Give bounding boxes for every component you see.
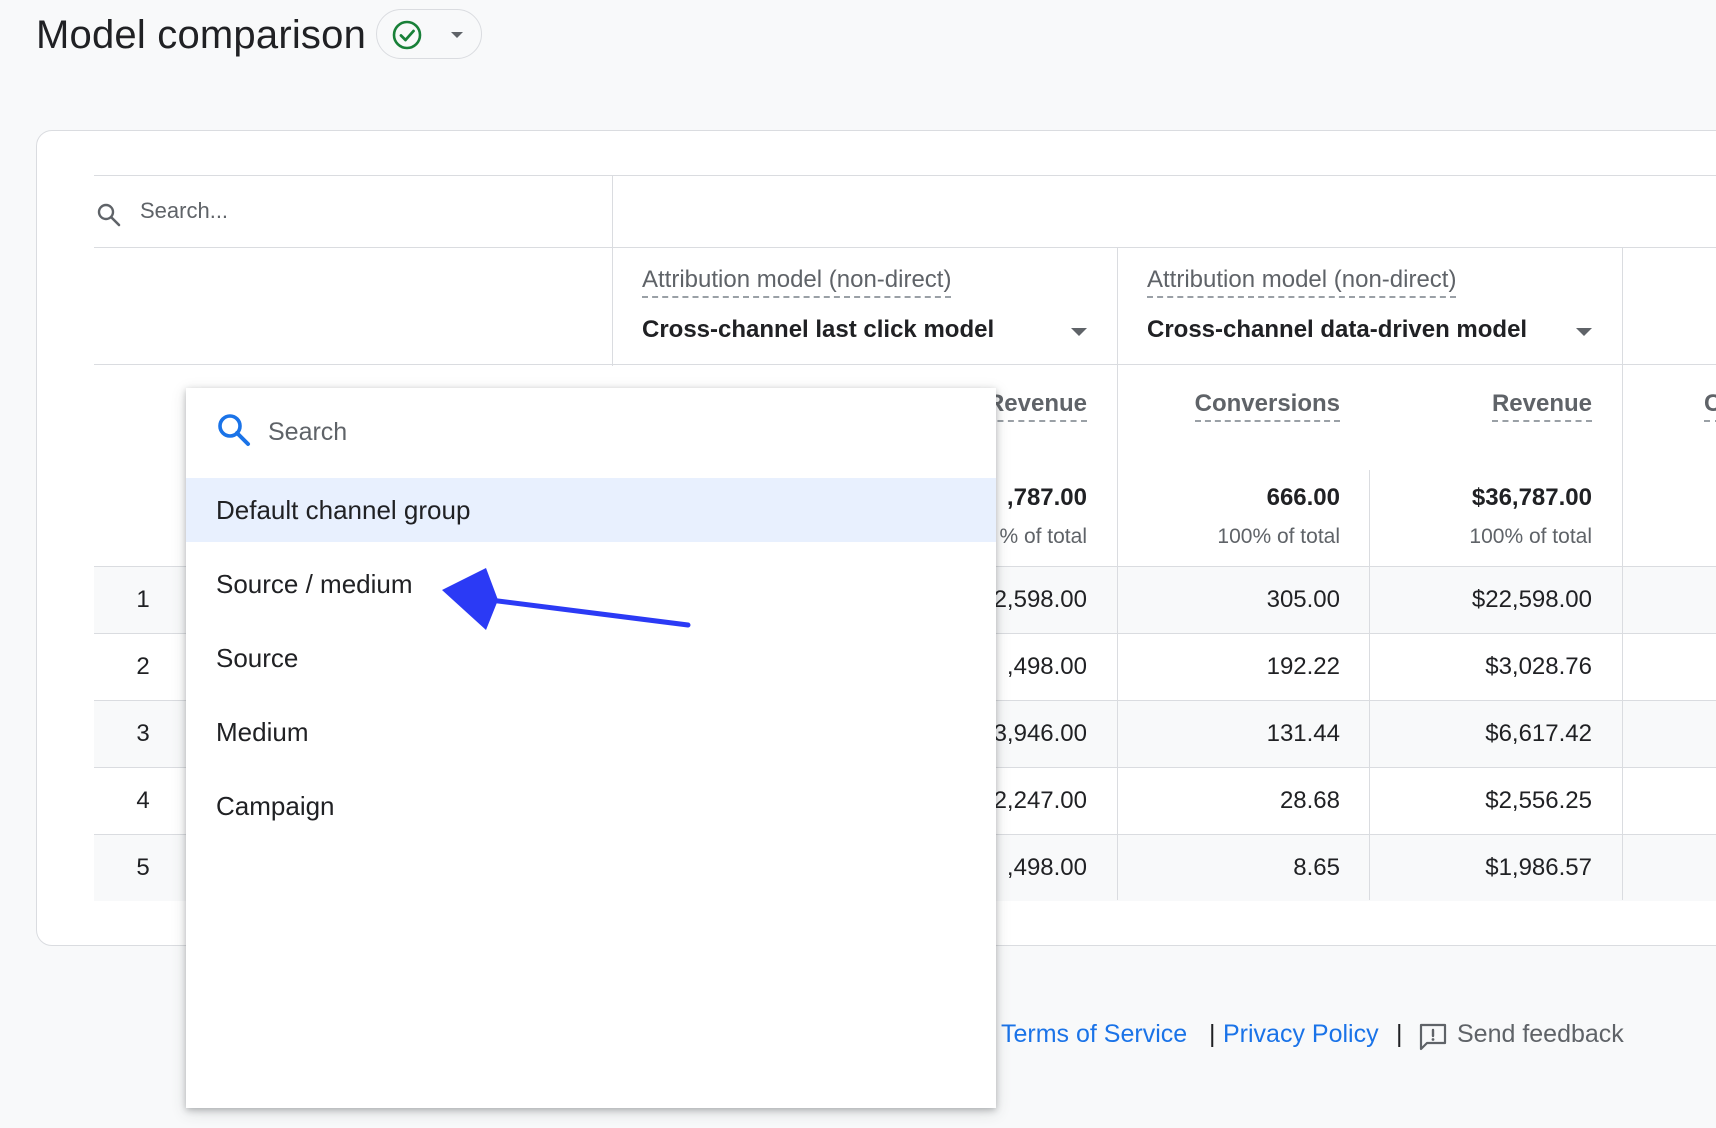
table-border: [94, 247, 1716, 248]
cell-m1-revenue: 3,946.00: [993, 720, 1087, 747]
total-percent: % of total: [999, 525, 1087, 548]
chevron-down-icon: [451, 32, 463, 38]
cell-m2-revenue: $1,986.57: [1485, 854, 1592, 881]
column-header-revenue[interactable]: Revenue: [986, 390, 1087, 422]
row-number: 1: [136, 586, 150, 613]
model-2-select[interactable]: Cross-channel data-driven model: [1147, 316, 1527, 344]
table-border: [94, 364, 1716, 365]
column-divider: [1622, 248, 1623, 900]
row-number: 4: [136, 787, 150, 814]
dropdown-search-input[interactable]: [268, 412, 868, 452]
chevron-down-icon[interactable]: [1573, 321, 1595, 343]
table-border: [94, 175, 1716, 176]
footer-separator: |: [1396, 1020, 1403, 1048]
total-value: $36,787.00: [1471, 484, 1592, 511]
feedback-icon[interactable]: [1418, 1022, 1448, 1052]
search-icon: [97, 203, 121, 227]
cell-m2-conversions: 192.22: [1266, 653, 1340, 680]
privacy-link[interactable]: Privacy Policy: [1223, 1018, 1379, 1050]
cell-m2-conversions: 28.68: [1279, 787, 1340, 814]
column-header-conversions[interactable]: Conversions: [1194, 390, 1340, 422]
total-percent: 100% of total: [1469, 525, 1592, 548]
column-divider: [612, 176, 613, 366]
cell-m2-revenue: $6,617.42: [1485, 720, 1592, 747]
table-search-input[interactable]: Search...: [140, 198, 228, 224]
row-number: 2: [136, 653, 150, 680]
cell-m2-revenue: $22,598.00: [1471, 586, 1592, 613]
cell-m2-revenue: $3,028.76: [1485, 653, 1592, 680]
cell-m2-conversions: 8.65: [1293, 854, 1340, 881]
column-divider: [1117, 248, 1118, 900]
column-header-partial[interactable]: C: [1704, 390, 1716, 422]
cell-m1-revenue: 2,247.00: [993, 787, 1087, 814]
total-value: ,787.00: [1006, 484, 1087, 511]
total-value: 666.00: [1266, 484, 1340, 511]
cell-m1-revenue: ,498.00: [1006, 854, 1087, 881]
dropdown-item-campaign[interactable]: Campaign: [186, 774, 996, 838]
check-circle-icon: [392, 20, 422, 50]
cell-m1-revenue: ,498.00: [1006, 653, 1087, 680]
footer-separator: |: [1209, 1020, 1216, 1048]
cell-m1-revenue: 2,598.00: [993, 586, 1087, 613]
annotation-arrow-icon: [442, 568, 691, 630]
send-feedback-link[interactable]: Send feedback: [1457, 1018, 1624, 1050]
cell-m2-conversions: 131.44: [1266, 720, 1340, 747]
search-icon: [218, 414, 250, 446]
column-divider: [1369, 470, 1370, 900]
dropdown-item-default-channel-group[interactable]: Default channel group: [186, 478, 996, 542]
terms-link[interactable]: Terms of Service: [1001, 1018, 1187, 1050]
model-1-select[interactable]: Cross-channel last click model: [642, 316, 994, 344]
cell-m2-revenue: $2,556.25: [1485, 787, 1592, 814]
chevron-down-icon[interactable]: [1068, 321, 1090, 343]
row-number: 3: [136, 720, 150, 747]
page-title: Model comparison: [36, 13, 367, 57]
dropdown-item-medium[interactable]: Medium: [186, 700, 996, 764]
cell-m2-conversions: 305.00: [1266, 586, 1340, 613]
model-1-label: Attribution model (non-direct): [642, 266, 952, 298]
column-header-revenue[interactable]: Revenue: [1491, 390, 1592, 422]
model-2-label: Attribution model (non-direct): [1147, 266, 1457, 298]
dimension-dropdown: Default channel group Source / medium So…: [186, 388, 996, 1108]
status-chip[interactable]: [376, 9, 482, 59]
row-number: 5: [136, 854, 150, 881]
total-percent: 100% of total: [1217, 525, 1340, 548]
